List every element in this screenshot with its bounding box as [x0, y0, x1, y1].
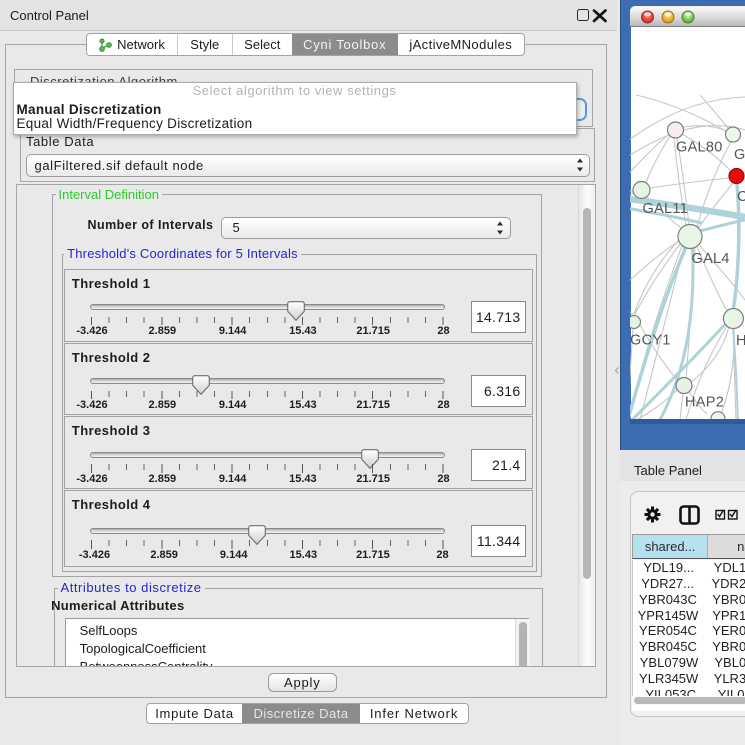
svg-text:HAP2: HAP2 — [685, 395, 724, 411]
svg-text:GA: GA — [734, 147, 745, 163]
svg-text:GAL80: GAL80 — [676, 140, 723, 156]
svg-text:H: H — [736, 333, 745, 349]
svg-text:GAL4: GAL4 — [692, 251, 730, 267]
svg-text:C: C — [737, 189, 745, 205]
svg-text:GCY1: GCY1 — [630, 333, 671, 349]
svg-text:GAL11: GAL11 — [643, 201, 689, 217]
